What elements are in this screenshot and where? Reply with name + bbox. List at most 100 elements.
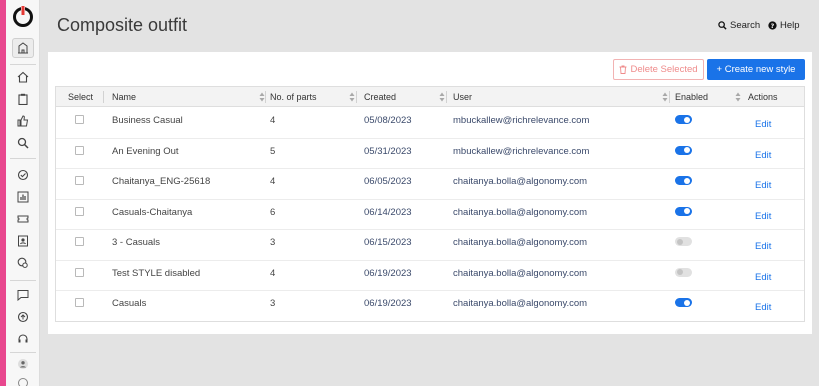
row-select-checkbox[interactable] xyxy=(75,145,84,155)
row-select-checkbox[interactable] xyxy=(75,237,84,246)
toggle-knob xyxy=(684,208,690,214)
help-link[interactable]: ? Help xyxy=(768,20,800,31)
rocket-icon[interactable] xyxy=(14,308,32,326)
sidebar-divider xyxy=(10,64,36,65)
column-header-parts[interactable]: No. of parts xyxy=(270,87,317,107)
edit-link[interactable]: Edit xyxy=(755,211,771,222)
user-email: mbuckallew@richrelevance.com xyxy=(453,145,590,157)
enabled-toggle[interactable] xyxy=(675,115,692,124)
parts-count: 4 xyxy=(270,267,276,279)
enabled-toggle[interactable] xyxy=(675,206,692,216)
help-label: Help xyxy=(780,20,800,31)
check-badge-icon[interactable] xyxy=(14,166,32,184)
table-row: Test STYLE disabled 4 06/19/2023 chaitanya.… xyxy=(56,261,804,291)
column-header-created[interactable]: Created xyxy=(364,87,396,107)
toggle-knob xyxy=(684,147,690,153)
search-label: Search xyxy=(730,20,761,31)
enabled-toggle[interactable] xyxy=(675,267,692,277)
row-select-checkbox[interactable] xyxy=(75,267,84,277)
table-header: Select Name No. of parts Created User En… xyxy=(56,87,804,107)
table-row: Chaitanya_ENG-25618 4 06/05/2023 chaitanya.… xyxy=(56,169,804,200)
created-date: 06/19/2023 xyxy=(364,298,412,309)
sort-icon[interactable] xyxy=(735,92,741,102)
column-header-enabled[interactable]: Enabled xyxy=(675,87,708,107)
toggle-knob xyxy=(677,269,683,275)
headset-icon[interactable] xyxy=(14,330,32,348)
created-date: 06/05/2023 xyxy=(364,176,412,187)
question-circle-icon: ? xyxy=(768,21,777,30)
contact-card-icon[interactable] xyxy=(14,232,32,250)
toggle-knob xyxy=(684,299,690,306)
column-divider xyxy=(356,91,357,103)
clipboard-icon[interactable] xyxy=(14,90,32,108)
thumbs-up-icon[interactable] xyxy=(14,112,32,130)
sidebar-divider xyxy=(10,280,36,281)
edit-link[interactable]: Edit xyxy=(755,302,771,313)
column-divider xyxy=(265,91,266,103)
table-row: Casuals-Chaitanya 6 06/14/2023 chaitanya.bo… xyxy=(56,200,804,230)
power-logo-icon[interactable] xyxy=(11,4,35,28)
edit-link[interactable]: Edit xyxy=(755,119,771,130)
enabled-toggle[interactable] xyxy=(675,145,692,155)
delete-selected-button[interactable]: Delete Selected xyxy=(613,59,704,80)
parts-count: 4 xyxy=(270,115,276,126)
row-select-checkbox[interactable] xyxy=(75,115,84,124)
enabled-toggle[interactable] xyxy=(675,176,692,185)
user-email: chaitanya.bolla@algonomy.com xyxy=(453,267,588,279)
table-row: An Evening Out 5 05/31/2023 mbuckallew@rich… xyxy=(56,139,804,169)
style-name: Casuals-Chaitanya xyxy=(112,206,193,218)
style-name: 3 - Casuals xyxy=(112,237,161,248)
sort-icon[interactable] xyxy=(662,92,668,102)
row-select-checkbox[interactable] xyxy=(75,298,84,307)
search-link[interactable]: Search xyxy=(718,20,760,31)
svg-text:?: ? xyxy=(771,23,775,30)
row-select-checkbox[interactable] xyxy=(75,206,84,216)
row-select-checkbox[interactable] xyxy=(75,176,84,185)
toggle-knob xyxy=(677,238,683,245)
chat-icon[interactable] xyxy=(14,286,32,304)
edit-link[interactable]: Edit xyxy=(755,241,771,252)
created-date: 06/19/2023 xyxy=(364,267,412,279)
column-header-name[interactable]: Name xyxy=(112,87,136,107)
column-header-user[interactable]: User xyxy=(453,87,472,107)
column-divider xyxy=(103,91,104,103)
sidebar-divider xyxy=(10,352,36,353)
style-name: Casuals xyxy=(112,298,147,309)
toggle-knob xyxy=(684,116,690,123)
delete-selected-label: Delete Selected xyxy=(630,64,698,75)
user-icon[interactable] xyxy=(14,355,32,373)
create-new-style-label: + Create new style xyxy=(716,64,796,75)
created-date: 06/15/2023 xyxy=(364,237,412,248)
user-email: chaitanya.bolla@algonomy.com xyxy=(453,237,588,248)
sidebar-divider xyxy=(10,158,36,159)
tag-search-icon[interactable] xyxy=(14,254,32,272)
parts-count: 3 xyxy=(270,298,276,309)
create-new-style-button[interactable]: + Create new style xyxy=(707,59,805,80)
style-name: An Evening Out xyxy=(112,145,179,157)
search-icon xyxy=(718,21,727,30)
enabled-toggle[interactable] xyxy=(675,237,692,246)
table-row: Casuals 3 06/19/2023 chaitanya.bolla@algono… xyxy=(56,291,804,322)
home-icon[interactable] xyxy=(14,68,32,86)
search-icon[interactable] xyxy=(14,134,32,152)
column-divider xyxy=(669,91,670,103)
table-row: Business Casual 4 05/08/2023 mbuckallew@ric… xyxy=(56,108,804,139)
column-divider xyxy=(446,91,447,103)
edit-link[interactable]: Edit xyxy=(755,180,771,191)
table-row: 3 - Casuals 3 06/15/2023 chaitanya.bolla@al… xyxy=(56,230,804,261)
bar-chart-icon[interactable] xyxy=(14,188,32,206)
sort-icon[interactable] xyxy=(439,92,445,102)
user-email: chaitanya.bolla@algonomy.com xyxy=(453,298,588,309)
created-date: 05/31/2023 xyxy=(364,145,412,157)
parts-count: 4 xyxy=(270,176,276,187)
toggle-knob xyxy=(684,177,690,184)
user-email: chaitanya.bolla@algonomy.com xyxy=(453,206,588,218)
enabled-toggle[interactable] xyxy=(675,298,692,307)
sort-icon[interactable] xyxy=(349,92,355,102)
edit-link[interactable]: Edit xyxy=(755,272,771,283)
building-icon[interactable] xyxy=(12,38,34,58)
edit-link[interactable]: Edit xyxy=(755,150,771,161)
styles-table: Select Name No. of parts Created User En… xyxy=(55,86,805,322)
ticket-icon[interactable] xyxy=(14,210,32,228)
at-icon[interactable] xyxy=(14,374,32,386)
